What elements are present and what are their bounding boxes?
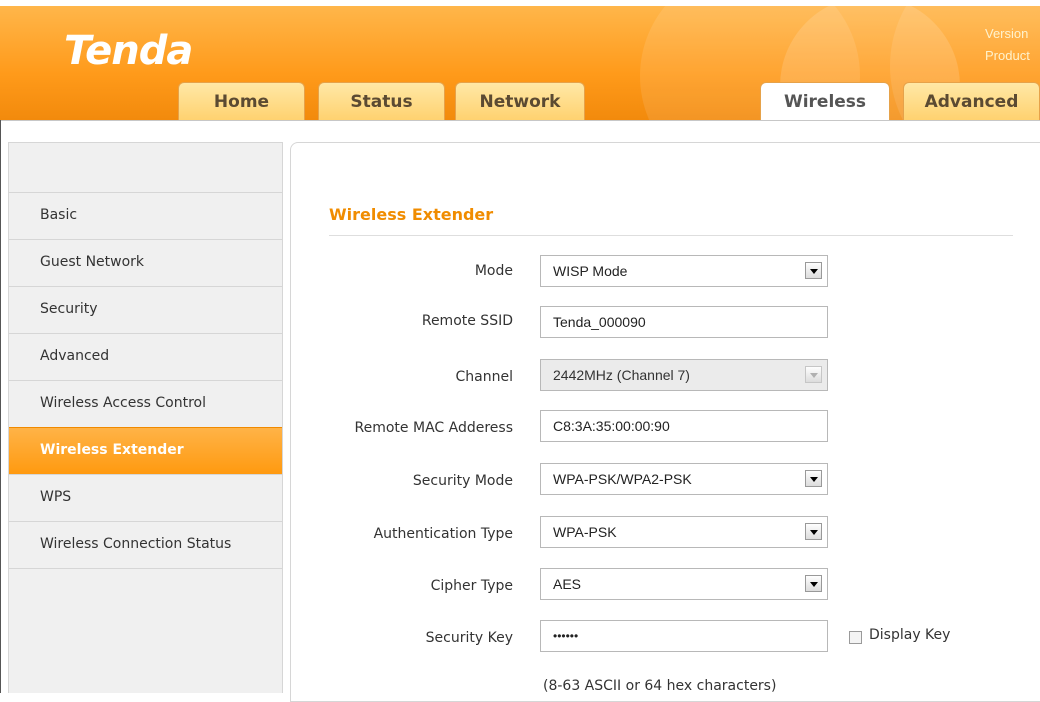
sidebar-item-security[interactable]: Security — [9, 286, 282, 333]
channel-select[interactable]: 2442MHz (Channel 7) — [540, 359, 828, 391]
cipher-type-value: AES — [553, 576, 582, 592]
mode-label: Mode — [474, 263, 513, 279]
main-tabs: Home Status Network Wireless Advanced — [0, 82, 1040, 120]
auth-type-label: Authentication Type — [373, 526, 513, 542]
title-divider — [329, 235, 1013, 236]
version-label: Version — [985, 26, 1029, 41]
remote-ssid-input[interactable] — [540, 306, 828, 338]
channel-value: 2442MHz (Channel 7) — [553, 367, 690, 383]
sidebar-divider — [9, 568, 282, 569]
chevron-down-icon[interactable] — [805, 262, 822, 279]
security-key-input[interactable]: •••••• — [540, 620, 828, 652]
mode-select[interactable]: WISP Mode — [540, 255, 828, 287]
sidebar-item-advanced[interactable]: Advanced — [9, 333, 282, 380]
tab-home[interactable]: Home — [178, 82, 305, 120]
sidebar-item-basic[interactable]: Basic — [9, 192, 282, 239]
tab-status[interactable]: Status — [318, 82, 445, 120]
remote-mac-input[interactable] — [540, 410, 828, 442]
sidebar-item-guest-network[interactable]: Guest Network — [9, 239, 282, 286]
tab-network[interactable]: Network — [455, 82, 585, 120]
tab-wireless[interactable]: Wireless — [760, 82, 890, 120]
sidebar-item-wps[interactable]: WPS — [9, 474, 282, 521]
chevron-down-icon — [805, 366, 822, 383]
display-key-label: Display Key — [869, 627, 951, 643]
cipher-type-label: Cipher Type — [430, 578, 513, 594]
sidebar-item-wireless-extender[interactable]: Wireless Extender — [9, 427, 282, 474]
sidebar-item-wireless-connection-status[interactable]: Wireless Connection Status — [9, 521, 282, 568]
sidebar: Basic Guest Network Security Advanced Wi… — [8, 142, 283, 693]
header-banner: Tenda Version Product Home Status Networ… — [0, 6, 1040, 120]
security-mode-label: Security Mode — [412, 473, 513, 489]
auth-type-value: WPA-PSK — [553, 524, 617, 540]
product-label: Product — [985, 48, 1030, 63]
key-format-hint: (8-63 ASCII or 64 hex characters) — [543, 678, 777, 694]
tab-advanced[interactable]: Advanced — [903, 82, 1040, 120]
tenda-logo: Tenda — [64, 28, 193, 74]
chevron-down-icon[interactable] — [805, 575, 822, 592]
sidebar-item-wireless-access-control[interactable]: Wireless Access Control — [9, 380, 282, 427]
chevron-down-icon[interactable] — [805, 470, 822, 487]
left-border — [0, 120, 1, 693]
security-key-label: Security Key — [425, 630, 513, 646]
mode-value: WISP Mode — [553, 263, 628, 279]
security-mode-value: WPA-PSK/WPA2-PSK — [553, 471, 692, 487]
page-title: Wireless Extender — [329, 205, 494, 224]
channel-label: Channel — [455, 369, 513, 385]
header-divider — [0, 120, 1040, 121]
cipher-type-select[interactable]: AES — [540, 568, 828, 600]
display-key-checkbox[interactable] — [849, 631, 862, 644]
security-mode-select[interactable]: WPA-PSK/WPA2-PSK — [540, 463, 828, 495]
chevron-down-icon[interactable] — [805, 523, 822, 540]
remote-mac-label: Remote MAC Adderess — [354, 420, 513, 436]
auth-type-select[interactable]: WPA-PSK — [540, 516, 828, 548]
remote-ssid-label: Remote SSID — [421, 313, 513, 329]
